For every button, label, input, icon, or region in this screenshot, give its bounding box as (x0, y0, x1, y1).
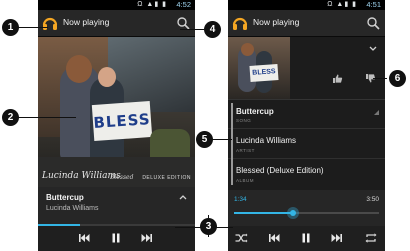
metadata-album-value: Blessed (Deluxe Edition) (236, 166, 324, 175)
metadata-artist-value: Lucinda Williams (236, 136, 297, 145)
metadata-row-album[interactable]: Blessed (Deluxe Edition) ALBUM (228, 158, 385, 189)
art-album-script: Blessed (110, 174, 134, 181)
seek-bar[interactable] (234, 207, 379, 219)
previous-track-icon[interactable] (77, 231, 91, 245)
callout-4: 4 (204, 21, 221, 38)
song-info-panel[interactable]: Buttercup Lucinda Williams (38, 187, 195, 225)
metadata-artist-label: ARTIST (236, 148, 255, 153)
action-bar: Now playing (38, 10, 195, 37)
metadata-song-value: Buttercup (236, 107, 274, 116)
headphones-icon[interactable] (41, 14, 59, 32)
callout-1: 1 (2, 19, 19, 36)
pause-icon[interactable] (299, 231, 313, 245)
callout-leader-6 (373, 78, 387, 79)
callout-leader-2 (18, 117, 76, 118)
status-bar: Ω ▲▮ ▮ 4:51 (228, 0, 385, 10)
album-art-thumbnail[interactable]: BLESS (228, 37, 290, 99)
callout-leader-1 (18, 27, 48, 28)
callout-3: 3 (200, 218, 217, 235)
song-title: Buttercup (46, 193, 84, 202)
callout-leader-5 (210, 139, 232, 140)
art-person-head (98, 67, 116, 87)
chevron-down-icon[interactable] (367, 44, 379, 54)
seek-bar-fill (234, 212, 294, 214)
metadata-album-label: ALBUM (236, 178, 255, 183)
seek-panel: 1:34 3:50 (228, 190, 385, 226)
elapsed-time: 1:34 (234, 196, 247, 203)
headphones-icon[interactable] (231, 14, 249, 32)
screen-title: Now playing (63, 17, 110, 27)
status-icons: Ω ▲▮ ▮ (327, 1, 357, 8)
playback-controls (38, 226, 195, 251)
status-icons: Ω ▲▮ ▮ (137, 1, 167, 8)
art-edition-text: DELUXE EDITION (142, 175, 191, 181)
art-sign: BLESS (91, 101, 153, 141)
metadata-song-label: SONG (236, 118, 252, 123)
pause-icon[interactable] (109, 231, 123, 245)
repeat-icon[interactable] (364, 231, 378, 245)
status-time: 4:52 (176, 0, 191, 9)
now-playing-details-screen: Ω ▲▮ ▮ 4:51 Now playing BLESS Buttercup (228, 0, 385, 251)
thumbs-up-icon[interactable] (332, 73, 343, 84)
playback-controls (228, 226, 385, 251)
callout-6: 6 (389, 70, 406, 87)
now-playing-screen: Ω ▲▮ ▮ 4:52 Now playing BLESS Lucinda Wi… (38, 0, 195, 251)
art-artist-signature: Lucinda Williams (42, 171, 121, 181)
next-track-icon[interactable] (330, 231, 344, 245)
status-bar: Ω ▲▮ ▮ 4:52 (38, 0, 195, 10)
action-bar: Now playing (228, 10, 385, 37)
metadata-row-artist[interactable]: Lucinda Williams ARTIST (228, 128, 385, 159)
list-scroll-indicator (231, 103, 233, 185)
track-metadata-list: Buttercup SONG Lucinda Williams ARTIST B… (228, 100, 385, 190)
status-time: 4:51 (366, 0, 381, 9)
metadata-row-song[interactable]: Buttercup SONG (228, 100, 385, 129)
album-art[interactable]: BLESS Lucinda Williams Blessed DELUXE ED… (38, 37, 195, 187)
previous-track-icon[interactable] (267, 231, 281, 245)
callout-2: 2 (2, 109, 19, 126)
art-person-head (66, 55, 92, 83)
next-track-icon[interactable] (140, 231, 154, 245)
corner-indicator-icon (374, 110, 379, 115)
callout-leader-4 (180, 29, 204, 30)
art-sign: BLESS (249, 64, 279, 82)
seek-thumb[interactable] (287, 207, 300, 219)
callout-5: 5 (196, 131, 213, 148)
screen-title: Now playing (253, 17, 300, 27)
art-person-head (241, 43, 254, 56)
total-time: 3:50 (366, 196, 379, 203)
shuffle-icon[interactable] (234, 231, 248, 245)
chevron-up-icon[interactable] (177, 191, 189, 203)
song-artist: Lucinda Williams (46, 205, 99, 212)
search-icon[interactable] (364, 14, 382, 32)
